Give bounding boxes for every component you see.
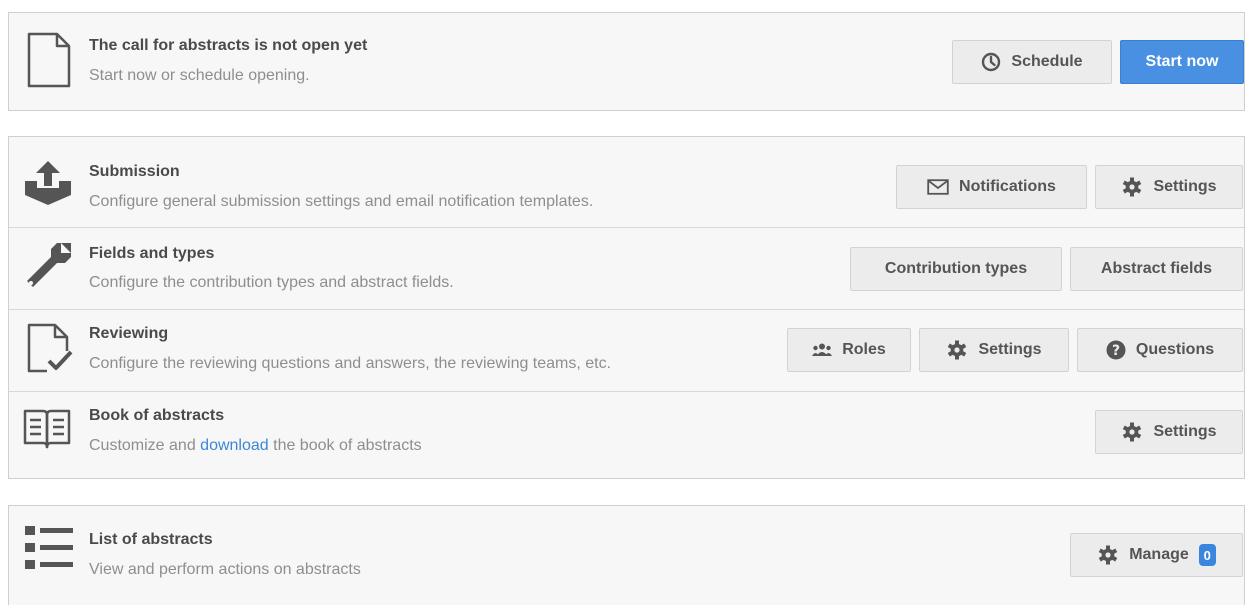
- envelope-icon: [927, 179, 949, 195]
- gear-icon: [1097, 544, 1119, 566]
- svg-text:?: ?: [1112, 343, 1120, 359]
- list-title: List of abstracts: [89, 531, 213, 548]
- call-status-subtitle: Start now or schedule opening.: [89, 67, 310, 84]
- clock-icon: [981, 52, 1001, 72]
- submission-row: Submission Configure general submission …: [9, 137, 1244, 228]
- book-icon: [23, 409, 71, 454]
- start-now-button[interactable]: Start now: [1120, 40, 1244, 84]
- book-desc-before: Customize and: [89, 437, 201, 454]
- roles-label: Roles: [842, 341, 886, 358]
- reviewing-row: Reviewing Configure the reviewing questi…: [9, 309, 1244, 392]
- list-panel: List of abstracts View and perform actio…: [8, 505, 1245, 605]
- list-desc: View and perform actions on abstracts: [89, 561, 361, 578]
- book-row: Book of abstracts Customize and download…: [9, 391, 1244, 480]
- fields-title: Fields and types: [89, 245, 215, 262]
- gear-icon: [946, 339, 968, 361]
- notifications-label: Notifications: [959, 178, 1056, 195]
- reviewing-settings-button[interactable]: Settings: [919, 328, 1069, 372]
- gear-icon: [1121, 176, 1143, 198]
- reviewing-title: Reviewing: [89, 325, 169, 342]
- list-icon: [23, 524, 75, 577]
- call-status-title: The call for abstracts is not open yet: [89, 37, 368, 54]
- users-icon: [812, 343, 833, 357]
- upload-icon: [23, 159, 73, 212]
- abstract-count-badge: 0: [1198, 544, 1216, 566]
- submission-settings-button[interactable]: Settings: [1095, 165, 1243, 209]
- settings-label: Settings: [1153, 178, 1217, 195]
- fields-row: Fields and types Configure the contribut…: [9, 227, 1244, 310]
- submission-desc: Configure general submission settings an…: [89, 193, 594, 210]
- reviewing-settings-label: Settings: [978, 341, 1042, 358]
- submission-title: Submission: [89, 163, 180, 180]
- call-status-panel: The call for abstracts is not open yet S…: [8, 12, 1245, 111]
- book-title: Book of abstracts: [89, 407, 225, 424]
- book-settings-button[interactable]: Settings: [1095, 410, 1243, 454]
- contribution-types-button[interactable]: Contribution types: [850, 247, 1062, 291]
- config-panel: Submission Configure general submission …: [8, 136, 1245, 479]
- questions-button[interactable]: ? Questions: [1077, 328, 1243, 372]
- schedule-label: Schedule: [1011, 53, 1083, 70]
- download-link[interactable]: download: [200, 437, 269, 454]
- schedule-button[interactable]: Schedule: [952, 40, 1112, 84]
- question-circle-icon: ?: [1106, 340, 1126, 360]
- book-settings-label: Settings: [1153, 423, 1217, 440]
- questions-label: Questions: [1135, 341, 1215, 358]
- notifications-button[interactable]: Notifications: [896, 165, 1087, 209]
- file-check-icon: [27, 323, 73, 378]
- roles-button[interactable]: Roles: [787, 328, 911, 372]
- manage-label: Manage: [1129, 546, 1189, 563]
- reviewing-desc: Configure the reviewing questions and an…: [89, 355, 612, 372]
- book-desc: Customize and download the book of abstr…: [89, 437, 422, 455]
- start-now-label: Start now: [1145, 53, 1219, 70]
- wrench-icon: [25, 241, 73, 294]
- book-desc-after: the book of abstracts: [268, 437, 422, 454]
- manage-button[interactable]: Manage 0: [1070, 533, 1243, 577]
- file-icon: [27, 32, 71, 93]
- contribution-types-label: Contribution types: [884, 260, 1028, 277]
- abstract-fields-button[interactable]: Abstract fields: [1070, 247, 1243, 291]
- abstract-fields-label: Abstract fields: [1100, 260, 1213, 277]
- gear-icon: [1121, 421, 1143, 443]
- fields-desc: Configure the contribution types and abs…: [89, 274, 454, 291]
